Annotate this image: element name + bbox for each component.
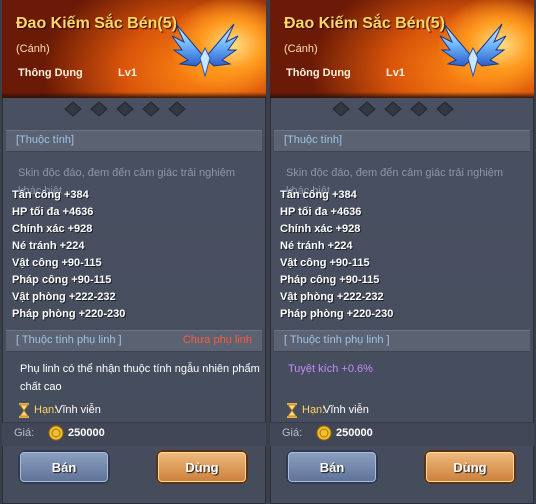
spirit-status-badge: Chưa phụ linh <box>182 334 252 346</box>
stat-line: Chính xác +928 <box>280 223 361 235</box>
price-value: 250000 <box>336 427 373 439</box>
item-compare-view: Đao Kiếm Sắc Bén(5) (Cánh) Thông Dụng Lv… <box>0 0 536 504</box>
item-category: (Cánh) <box>16 43 50 55</box>
stat-line: Tấn công +384 <box>12 189 89 201</box>
sell-button[interactable]: Bán <box>286 450 378 484</box>
stat-line: Pháp phòng +220-230 <box>12 308 126 320</box>
item-level: Lv1 <box>386 67 405 79</box>
price-label: Giá: <box>14 427 35 439</box>
stat-line: Vật công +90-115 <box>12 257 102 269</box>
empty-star-icon <box>332 101 350 117</box>
spirit-attributes-header: [ Thuộc tính phụ linh ] <box>274 330 530 352</box>
item-type: Thông Dụng <box>286 67 351 79</box>
stat-line: Pháp công +90-115 <box>12 274 112 286</box>
duration-label: Hạn: <box>34 404 58 416</box>
stat-line: HP tối đa +4636 <box>12 206 94 218</box>
item-tooltip-right: Đao Kiếm Sắc Bén(5) (Cánh) Thông Dụng Lv… <box>270 0 534 504</box>
gold-coin-icon <box>316 425 332 441</box>
empty-star-icon <box>168 101 186 117</box>
stat-line: HP tối đa +4636 <box>280 206 362 218</box>
wing-icon <box>171 23 239 78</box>
use-button[interactable]: Dùng <box>424 450 516 484</box>
price-value: 250000 <box>68 427 105 439</box>
stat-line: Pháp công +90-115 <box>280 274 380 286</box>
item-category: (Cánh) <box>284 43 318 55</box>
price-label: Giá: <box>282 427 303 439</box>
sell-button[interactable]: Bán <box>18 450 110 484</box>
wing-icon <box>439 23 507 78</box>
empty-star-icon <box>142 101 160 117</box>
stat-line: Vật công +90-115 <box>280 257 370 269</box>
item-name: Đao Kiếm Sắc Bén(5) <box>16 15 177 32</box>
stat-line: Né tránh +224 <box>12 240 85 252</box>
gold-coin-icon <box>48 425 64 441</box>
stat-list: Tấn công +384 HP tối đa +4636 Chính xác … <box>12 187 125 323</box>
attributes-title: [Thuộc tính] <box>16 134 75 146</box>
duration-value: Vĩnh viễn <box>55 404 101 416</box>
use-button[interactable]: Dùng <box>156 450 248 484</box>
attributes-header: [Thuộc tính] <box>274 130 530 152</box>
empty-star-icon <box>358 101 376 117</box>
star-rating <box>332 101 462 117</box>
duration-label: Hạn: <box>302 404 326 416</box>
spirit-stat-line: Tuyệt kích +0.6% <box>288 363 373 375</box>
attributes-title: [Thuộc tính] <box>284 134 343 146</box>
attributes-header: [Thuộc tính] <box>6 130 262 152</box>
star-rating <box>64 101 194 117</box>
spirit-info-text: Phụ linh có thể nhận thuộc tính ngẫu nhi… <box>20 363 260 393</box>
item-header: Đao Kiếm Sắc Bén(5) (Cánh) Thông Dụng Lv… <box>2 0 266 98</box>
item-header: Đao Kiếm Sắc Bén(5) (Cánh) Thông Dụng Lv… <box>270 0 534 98</box>
stat-line: Tấn công +384 <box>280 189 357 201</box>
stat-line: Vật phòng +222-232 <box>12 291 116 303</box>
item-tooltip-left: Đao Kiếm Sắc Bén(5) (Cánh) Thông Dụng Lv… <box>2 0 266 504</box>
empty-star-icon <box>384 101 402 117</box>
item-name: Đao Kiếm Sắc Bén(5) <box>284 15 445 32</box>
duration-value: Vĩnh viễn <box>323 404 369 416</box>
empty-star-icon <box>64 101 82 117</box>
stat-line: Né tránh +224 <box>280 240 353 252</box>
spirit-attributes-title: [ Thuộc tính phụ linh ] <box>284 334 390 346</box>
stat-line: Chính xác +928 <box>12 223 93 235</box>
hourglass-icon <box>19 403 29 418</box>
empty-star-icon <box>410 101 428 117</box>
stat-list: Tấn công +384 HP tối đa +4636 Chính xác … <box>280 187 393 323</box>
empty-star-icon <box>116 101 134 117</box>
spirit-attributes-title: [ Thuộc tính phụ linh ] <box>16 334 122 346</box>
hourglass-icon <box>287 403 297 418</box>
item-level: Lv1 <box>118 67 137 79</box>
stat-line: Pháp phòng +220-230 <box>280 308 394 320</box>
empty-star-icon <box>436 101 454 117</box>
price-row: Giá: 250000 <box>2 422 266 446</box>
item-type: Thông Dụng <box>18 67 83 79</box>
empty-star-icon <box>90 101 108 117</box>
price-row: Giá: 250000 <box>270 422 534 446</box>
stat-line: Vật phòng +222-232 <box>280 291 384 303</box>
spirit-attributes-header: [ Thuộc tính phụ linh ] Chưa phụ linh <box>6 330 262 352</box>
